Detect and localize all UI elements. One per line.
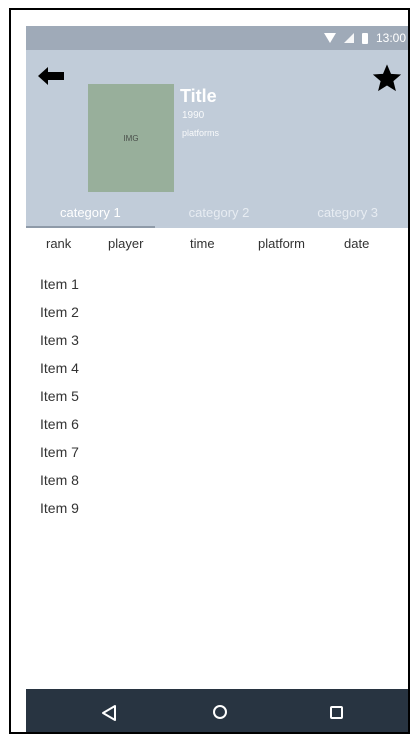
list-item[interactable]: Item 4 <box>40 354 79 382</box>
game-title: Title <box>180 86 217 106</box>
cover-image-placeholder: IMG <box>88 84 174 192</box>
signal-icon <box>343 33 354 43</box>
list-item[interactable]: Item 5 <box>40 382 79 410</box>
list-item[interactable]: Item 6 <box>40 410 79 438</box>
star-icon[interactable] <box>370 62 404 94</box>
list-item[interactable]: Item 2 <box>40 298 79 326</box>
column-date: date <box>344 236 370 251</box>
back-arrow-icon[interactable] <box>36 64 66 88</box>
circle-home-icon[interactable] <box>213 705 227 719</box>
list-item[interactable]: Item 8 <box>40 466 79 494</box>
battery-icon <box>361 32 368 44</box>
table-header: rank player time platform date <box>26 236 408 260</box>
list-item[interactable]: Item 7 <box>40 438 79 466</box>
navigation-bar <box>26 689 408 732</box>
triangle-back-icon[interactable] <box>101 704 117 722</box>
item-list: Item 1 Item 2 Item 3 Item 4 Item 5 Item … <box>40 270 79 522</box>
column-time: time <box>190 236 215 251</box>
list-item[interactable]: Item 9 <box>40 494 79 522</box>
release-year: 1990 <box>182 110 205 121</box>
list-item[interactable]: Item 1 <box>40 270 79 298</box>
image-placeholder-label: IMG <box>123 133 139 143</box>
status-bar: 13:00 <box>26 26 408 50</box>
tab-category-1[interactable]: category 1 <box>26 202 155 228</box>
column-platform: platform <box>258 236 305 251</box>
category-tabs: category 1 category 2 category 3 <box>26 202 408 228</box>
platforms-label: platforms <box>182 128 220 138</box>
game-header: IMG Title 1990 platforms category 1 cate… <box>26 50 408 228</box>
tab-category-2[interactable]: category 2 <box>155 202 284 228</box>
device-frame: 13:00 IMG Title 1990 platforms category … <box>9 8 410 734</box>
square-recent-icon[interactable] <box>330 706 343 719</box>
phone-screen: 13:00 IMG Title 1990 platforms category … <box>26 26 408 732</box>
wifi-icon <box>323 33 336 43</box>
tab-category-3[interactable]: category 3 <box>283 202 408 228</box>
status-time: 13:00 <box>375 31 406 45</box>
column-player: player <box>108 236 144 251</box>
column-rank: rank <box>46 236 72 251</box>
list-item[interactable]: Item 3 <box>40 326 79 354</box>
